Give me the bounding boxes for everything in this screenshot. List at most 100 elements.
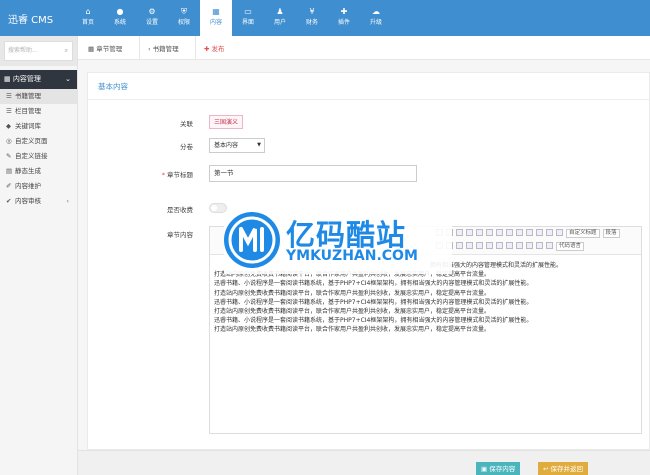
align-justify-icon[interactable] (516, 229, 523, 236)
nav-label: 升级 (369, 19, 382, 26)
list-icon: ☰ (6, 107, 12, 115)
breadcrumb-label: 发布 (211, 45, 225, 53)
nav-permissions[interactable]: ⛨ 权限 (168, 0, 200, 36)
sidebar-item-label: 内容审核 (15, 197, 41, 205)
nav-home[interactable]: ⌂ 首页 (72, 0, 104, 36)
breadcrumb: ▦ 章节管理 ‹ 书籍管理 ✚ 发布 (78, 36, 650, 60)
search-input[interactable]: 搜索帮助... ⌕ (4, 41, 73, 61)
editor-paragraph: 打造站内原创免费收费书籍阅读平台，联合作家用户共盈利共创收，发展忠实用户，稳定提… (214, 308, 491, 316)
breadcrumb-label: 章节管理 (96, 45, 123, 53)
top-nav: ⌂ 首页 ● 系统 ⚙ 设置 ⛨ 权限 ▦ 内容 ▭ 界面 ♟ 用户 ¥ 财务 ✚ 插件 ☁ 升级 (72, 0, 392, 36)
caret-down-icon: ▼ (257, 142, 261, 148)
nav-content[interactable]: ▦ 内容 (200, 0, 232, 36)
breadcrumb-chapters[interactable]: ▦ 章节管理 (88, 43, 122, 53)
check-icon: ✔ (6, 197, 12, 205)
sidebar-item-maintenance[interactable]: ✐ 内容维护 (0, 179, 77, 194)
section-icon: ▦ (4, 75, 13, 83)
breadcrumb-books[interactable]: ‹ 书籍管理 (148, 43, 179, 53)
special-char-icon[interactable] (536, 242, 543, 249)
nav-interface[interactable]: ▭ 界面 (232, 0, 264, 36)
pagebreak-icon[interactable] (506, 242, 513, 249)
yen-icon: ¥ (309, 7, 315, 16)
align-center-icon[interactable] (496, 229, 503, 236)
nav-plugins[interactable]: ✚ 插件 (328, 0, 360, 36)
wrench-icon: ✐ (6, 182, 12, 190)
nav-label: 财务 (305, 19, 318, 26)
nav-label: 界面 (241, 19, 254, 26)
code-icon[interactable] (546, 242, 553, 249)
music-icon[interactable] (456, 242, 463, 249)
outdent-icon[interactable] (476, 229, 483, 236)
relation-tag[interactable]: 三国演义 (209, 115, 244, 129)
align-left-icon[interactable] (486, 229, 493, 236)
sidebar-item-custom-pages[interactable]: ◎ 自定义页面 (0, 134, 77, 149)
breadcrumb-label: 书籍管理 (152, 45, 179, 53)
file-icon: ▤ (6, 167, 13, 175)
indent-icon[interactable] (466, 229, 473, 236)
save-button[interactable]: ▣ 保存内容 (476, 462, 521, 475)
attachment-icon[interactable] (496, 242, 503, 249)
sidebar-item-label: 静态生成 (15, 167, 41, 175)
nav-label: 内容 (209, 19, 222, 26)
volume-select[interactable]: 基本内容 ▼ (209, 138, 265, 153)
sidebar-item-review[interactable]: ✔ 内容审核 ‹ (0, 194, 77, 209)
paragraph-select[interactable]: 段落 (602, 229, 620, 238)
sidebar-section-header[interactable]: ▦ 内容管理 ⌄ (0, 70, 77, 89)
panel-divider (88, 99, 650, 100)
sidebar-item-label: 栏目管理 (15, 107, 41, 115)
breadcrumb-publish[interactable]: ✚ 发布 (204, 43, 225, 53)
nav-settings[interactable]: ⚙ 设置 (136, 0, 168, 36)
breadcrumb-divider (195, 36, 196, 60)
save-button-label: 保存内容 (489, 465, 516, 473)
paid-label: 是否收费 (167, 206, 193, 214)
search-icon[interactable]: ⌕ (65, 42, 68, 60)
watermark-subtitle: YMKUZHAN.COM (286, 248, 418, 264)
volume-value: 基本内容 (214, 142, 239, 149)
required-marker: * (161, 171, 165, 179)
section-label: 内容管理 (12, 75, 41, 83)
nav-label: 插件 (337, 19, 350, 26)
tag-icon: ◆ (6, 122, 11, 130)
plus-icon: ✚ (204, 45, 212, 53)
chapter-title-label-text: 章节标题 (167, 171, 193, 179)
date-icon[interactable] (516, 242, 523, 249)
editor-paragraph: 打造站内原创免费收费书籍阅读平台，联合作家用户共盈利共创收，发展忠实用户，稳定提… (214, 326, 491, 334)
watermark-logo-icon (224, 212, 280, 268)
font-select[interactable]: 自定义标题 (566, 229, 600, 238)
link-icon[interactable] (526, 229, 533, 236)
page-icon: ◎ (6, 137, 12, 145)
sidebar-item-keywords[interactable]: ◆ 关键词库 (0, 119, 77, 134)
brand-logo[interactable]: 迅睿 CMS (8, 11, 53, 26)
nav-label: 首页 (81, 19, 94, 26)
anchor-icon[interactable] (546, 229, 553, 236)
user-icon: ♟ (276, 7, 284, 16)
back-icon: ↩ (543, 465, 551, 473)
nav-label: 系统 (113, 19, 126, 26)
save-and-return-label: 保存并返回 (550, 465, 584, 473)
table-icon[interactable] (556, 229, 563, 236)
nav-upgrade[interactable]: ☁ 升级 (360, 0, 392, 36)
template-icon[interactable] (486, 242, 493, 249)
unlink-icon[interactable] (536, 229, 543, 236)
sidebar-item-label: 内容维护 (15, 182, 41, 190)
chapter-title-input[interactable]: 第一节 (209, 165, 417, 182)
sidebar-item-books[interactable]: ☰ 书籍管理 (0, 89, 77, 104)
sidebar-item-label: 书籍管理 (15, 92, 41, 100)
sidebar-item-custom-links[interactable]: ✎ 自定义链接 (0, 149, 77, 164)
code-language-select[interactable]: 代码语言 (556, 242, 585, 251)
toolbar-row-2: 代码语言 (436, 242, 585, 251)
list-unordered-icon[interactable] (456, 229, 463, 236)
time-icon[interactable] (526, 242, 533, 249)
save-and-return-button[interactable]: ↩ 保存并返回 (538, 462, 589, 475)
sidebar-item-columns[interactable]: ☰ 栏目管理 (0, 104, 77, 119)
sidebar-item-static-gen[interactable]: ▤ 静态生成 (0, 164, 77, 179)
globe-icon: ● (116, 7, 124, 16)
align-right-icon[interactable] (506, 229, 513, 236)
nav-finance[interactable]: ¥ 财务 (296, 0, 328, 36)
sidebar: 搜索帮助... ⌕ ▦ 内容管理 ⌄ ☰ 书籍管理 ☰ 栏目管理 ◆ 关键词库 ◎ 自定义页… (0, 36, 78, 475)
nav-system[interactable]: ● 系统 (104, 0, 136, 36)
emoticon-icon[interactable] (476, 242, 483, 249)
map-icon[interactable] (466, 242, 473, 249)
nav-users[interactable]: ♟ 用户 (264, 0, 296, 36)
sidebar-item-label: 自定义链接 (15, 152, 48, 160)
